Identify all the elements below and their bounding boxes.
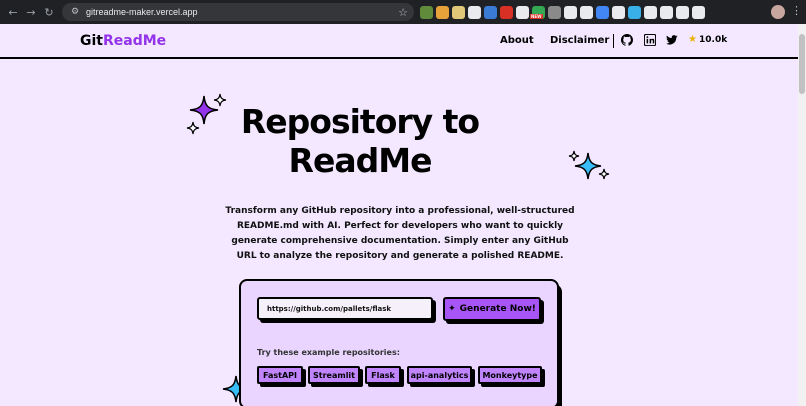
extension-icon[interactable] xyxy=(676,5,689,19)
bookmark-star-icon[interactable]: ☆ xyxy=(398,6,408,19)
address-bar[interactable]: ⚙ gitreadme-maker.vercel.app ☆ xyxy=(62,3,414,21)
back-button[interactable]: ← xyxy=(4,3,22,21)
github-star-count[interactable]: 10.0k xyxy=(699,35,727,45)
nav-about-link[interactable]: About xyxy=(500,35,534,46)
url-text[interactable]: gitreadme-maker.vercel.app xyxy=(86,7,398,17)
logo-text-git: Git xyxy=(80,33,103,49)
extension-icon[interactable] xyxy=(612,5,625,19)
logo-text-readme: ReadMe xyxy=(102,33,167,49)
example-chip-flask[interactable]: Flask xyxy=(365,366,401,384)
reload-button[interactable]: ↻ xyxy=(40,3,58,21)
generate-button-label: Generate Now! xyxy=(459,304,536,314)
example-chip-fastapi[interactable]: FastAPI xyxy=(257,366,303,384)
extension-icon[interactable] xyxy=(580,5,593,19)
browser-menu-icon[interactable]: ⋮ xyxy=(791,4,802,17)
extension-icon[interactable] xyxy=(530,5,545,19)
sparkle-blue-icon xyxy=(568,150,610,180)
sparkles-icon: ✦ xyxy=(448,304,456,314)
extension-icon[interactable] xyxy=(692,5,705,19)
forward-button[interactable]: → xyxy=(22,3,40,21)
page-description: Transform any GitHub repository into a p… xyxy=(225,206,575,261)
examples-label: Try these example repositories: xyxy=(257,348,400,357)
example-chip-api-analytics[interactable]: api-analytics xyxy=(407,366,472,384)
extensions-bar xyxy=(420,4,705,20)
extension-icon[interactable] xyxy=(596,5,609,19)
site-info-icon[interactable]: ⚙ xyxy=(68,7,82,17)
linkedin-icon[interactable] xyxy=(644,34,656,46)
star-icon: ★ xyxy=(688,34,697,45)
profile-avatar[interactable] xyxy=(771,5,785,19)
header-divider xyxy=(613,34,614,48)
extension-icon[interactable] xyxy=(628,5,641,19)
site-header: GitReadMe About Disclaimer ★ 10.0k xyxy=(0,24,798,59)
repo-url-input[interactable] xyxy=(257,297,433,320)
browser-toolbar: ← → ↻ ⚙ gitreadme-maker.vercel.app ☆ ⋮ xyxy=(0,0,806,24)
extension-icon[interactable] xyxy=(516,5,529,19)
extension-icon[interactable] xyxy=(500,5,513,19)
sparkle-purple-icon xyxy=(186,93,227,135)
nav-disclaimer-link[interactable]: Disclaimer xyxy=(550,35,609,46)
scrollbar-thumb[interactable] xyxy=(799,34,805,94)
scrollbar[interactable] xyxy=(798,24,806,406)
example-chip-streamlit[interactable]: Streamlit xyxy=(308,366,360,384)
extension-icon[interactable] xyxy=(452,5,465,19)
twitter-icon[interactable] xyxy=(666,34,678,46)
example-chip-monkeytype[interactable]: Monkeytype xyxy=(478,366,542,384)
extension-icon[interactable] xyxy=(420,5,433,19)
extension-icon[interactable] xyxy=(564,5,577,19)
extension-icon[interactable] xyxy=(484,5,497,19)
extension-icon[interactable] xyxy=(644,5,657,19)
extension-icon[interactable] xyxy=(660,5,673,19)
extension-icon[interactable] xyxy=(468,5,481,19)
page-title: Repository to ReadMe xyxy=(240,102,480,180)
extension-icon[interactable] xyxy=(548,5,561,19)
generate-button[interactable]: ✦ Generate Now! xyxy=(443,297,541,321)
github-icon[interactable] xyxy=(621,34,633,46)
logo[interactable]: GitReadMe xyxy=(80,33,166,49)
extension-icon[interactable] xyxy=(436,5,449,19)
